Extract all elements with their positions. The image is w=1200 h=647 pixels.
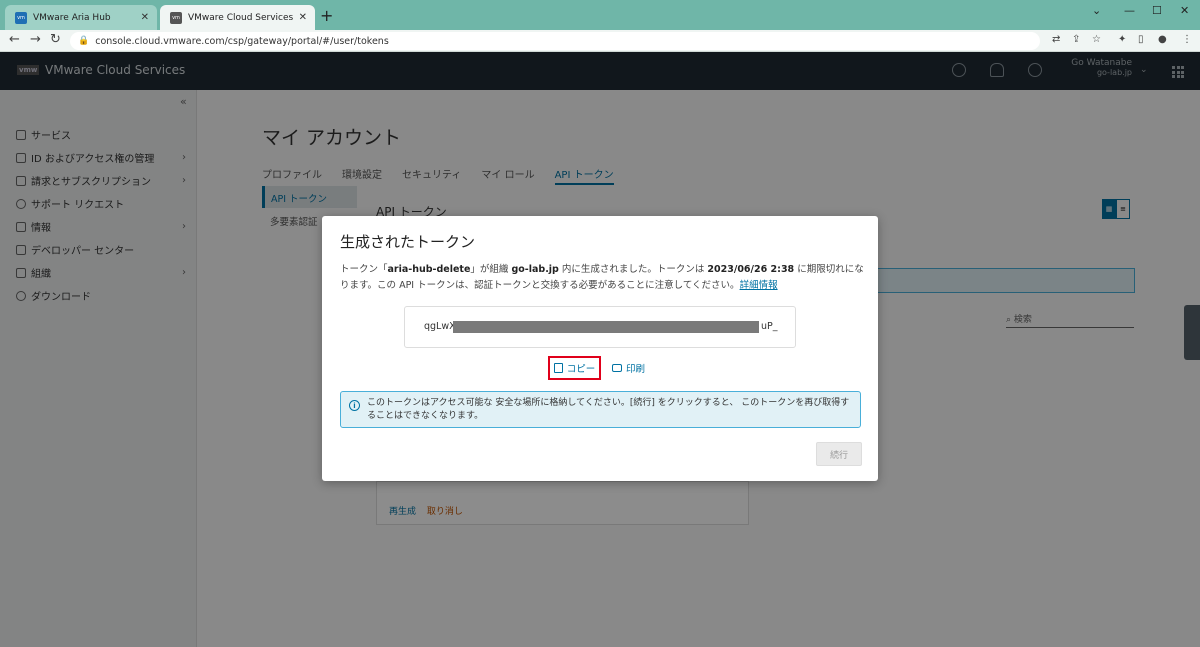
info-alert: i このトークンはアクセス可能な 安全な場所に格納してください。[続行] をクリ…	[340, 391, 861, 428]
token-prefix: qgLwX	[424, 321, 456, 332]
profile-avatar-icon[interactable]: ●	[1158, 34, 1167, 45]
generated-token-modal: 生成されたトークン トークン「aria-hub-delete」が組織 go-la…	[322, 216, 878, 481]
minimize-icon[interactable]: —	[1124, 4, 1135, 17]
tab-close-icon[interactable]: ✕	[141, 12, 149, 23]
details-link[interactable]: 詳細情報	[740, 280, 778, 291]
modal-title: 生成されたトークン	[340, 233, 476, 251]
org-name: go-lab.jp	[511, 264, 559, 275]
translate-icon[interactable]: ⇄	[1052, 34, 1060, 45]
tab-search-chevron-icon[interactable]: ⌄	[1092, 4, 1101, 17]
info-circle-icon: i	[349, 400, 360, 411]
copy-icon	[553, 363, 563, 373]
info-alert-text: このトークンはアクセス可能な 安全な場所に格納してください。[続行] をクリック…	[367, 398, 850, 421]
browser-tab-cloud-services[interactable]: vm VMware Cloud Services ✕	[160, 5, 315, 30]
reload-icon[interactable]: ↻	[50, 32, 61, 47]
token-name: aria-hub-delete	[387, 264, 471, 275]
lock-icon: 🔒	[78, 36, 90, 46]
bookmark-star-icon[interactable]: ☆	[1092, 34, 1101, 45]
window-close-icon[interactable]: ✕	[1180, 4, 1189, 17]
copy-button[interactable]: コピー	[548, 356, 601, 380]
address-bar: ← → ↻ 🔒 console.cloud.vmware.com/csp/gat…	[0, 30, 1200, 52]
back-arrow-icon[interactable]: ←	[9, 32, 20, 47]
maximize-icon[interactable]: ☐	[1152, 4, 1162, 17]
share-icon[interactable]: ⇪	[1072, 34, 1080, 45]
new-tab-plus-icon[interactable]: +	[320, 6, 333, 25]
token-suffix: uP_	[761, 321, 778, 332]
tab-title: VMware Cloud Services	[188, 12, 294, 23]
browser-tab-bar: vm VMware Aria Hub ✕ vm VMware Cloud Ser…	[0, 0, 1200, 30]
continue-button[interactable]: 続行	[816, 442, 862, 466]
browser-menu-icon[interactable]: ⋮	[1182, 34, 1192, 45]
copy-label: コピー	[566, 364, 596, 375]
vmware-favicon-icon: vm	[170, 11, 182, 24]
extensions-puzzle-icon[interactable]: ✦	[1118, 34, 1126, 45]
print-button[interactable]: 印刷	[612, 356, 645, 380]
forward-arrow-icon[interactable]: →	[30, 32, 41, 47]
token-redacted-mask	[453, 321, 759, 333]
tab-title: VMware Aria Hub	[33, 12, 111, 23]
print-label: 印刷	[626, 364, 646, 375]
vmware-favicon-icon: vm	[15, 11, 27, 24]
sidepanel-icon[interactable]: ▯	[1138, 34, 1144, 45]
url-text: console.cloud.vmware.com/csp/gateway/por…	[95, 35, 389, 47]
tab-close-icon[interactable]: ✕	[299, 12, 307, 23]
expiry-date: 2023/06/26 2:38	[707, 264, 795, 275]
modal-description: トークン「aria-hub-delete」が組織 go-lab.jp 内に生成さ…	[340, 264, 864, 291]
token-display: qgLwX uP_	[404, 306, 796, 348]
browser-tab-aria-hub[interactable]: vm VMware Aria Hub ✕	[5, 5, 157, 30]
printer-icon	[612, 364, 622, 372]
url-input[interactable]: 🔒 console.cloud.vmware.com/csp/gateway/p…	[70, 32, 1040, 50]
